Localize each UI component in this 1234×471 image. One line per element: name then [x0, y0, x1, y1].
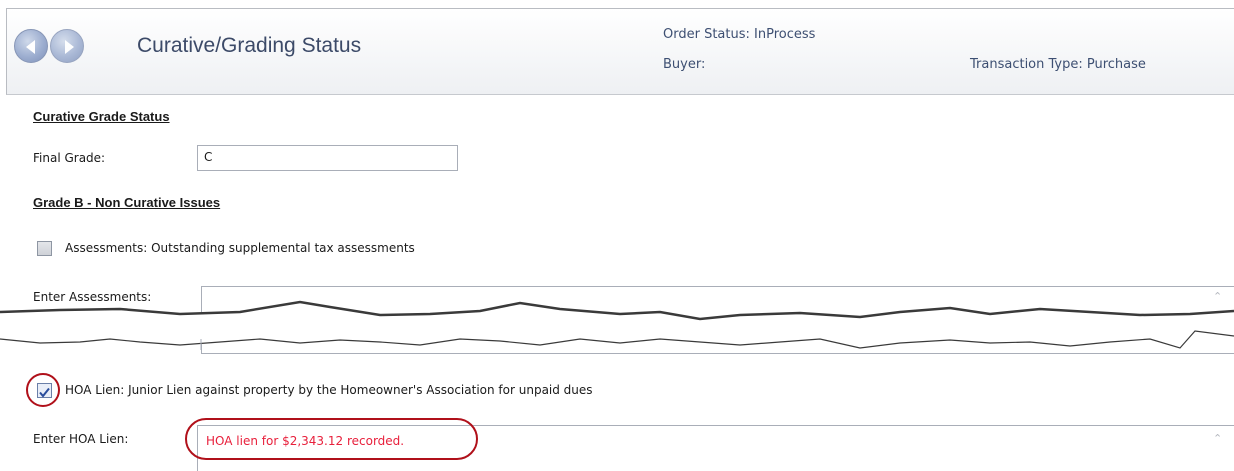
order-status: Order Status: InProcess: [663, 27, 816, 42]
assessments-checkbox[interactable]: [37, 241, 52, 256]
page-title: Curative/Grading Status: [137, 34, 362, 57]
back-button[interactable]: [14, 29, 48, 63]
back-arrow-icon: [26, 40, 35, 54]
grade-b-section-title: Grade B - Non Curative Issues: [33, 195, 221, 210]
forward-arrow-icon: [65, 40, 74, 54]
annotation-circle-checkbox: [26, 373, 60, 407]
final-grade-label: Final Grade:: [33, 151, 106, 165]
hoa-lien-label: HOA Lien: Junior Lien against property b…: [65, 383, 593, 397]
enter-hoa-lien-label: Enter HOA Lien:: [33, 432, 129, 446]
buyer-label: Buyer:: [663, 57, 706, 72]
torn-paper-divider: [0, 300, 1234, 350]
transaction-type: Transaction Type: Purchase: [970, 57, 1146, 72]
scroll-up-icon[interactable]: ⌃: [1213, 432, 1222, 445]
annotation-circle-hoa-text: [185, 418, 478, 460]
forward-button[interactable]: [50, 29, 84, 63]
final-grade-input[interactable]: C: [197, 145, 458, 171]
curative-section-title: Curative Grade Status: [33, 109, 170, 124]
assessments-label: Assessments: Outstanding supplemental ta…: [65, 241, 415, 255]
